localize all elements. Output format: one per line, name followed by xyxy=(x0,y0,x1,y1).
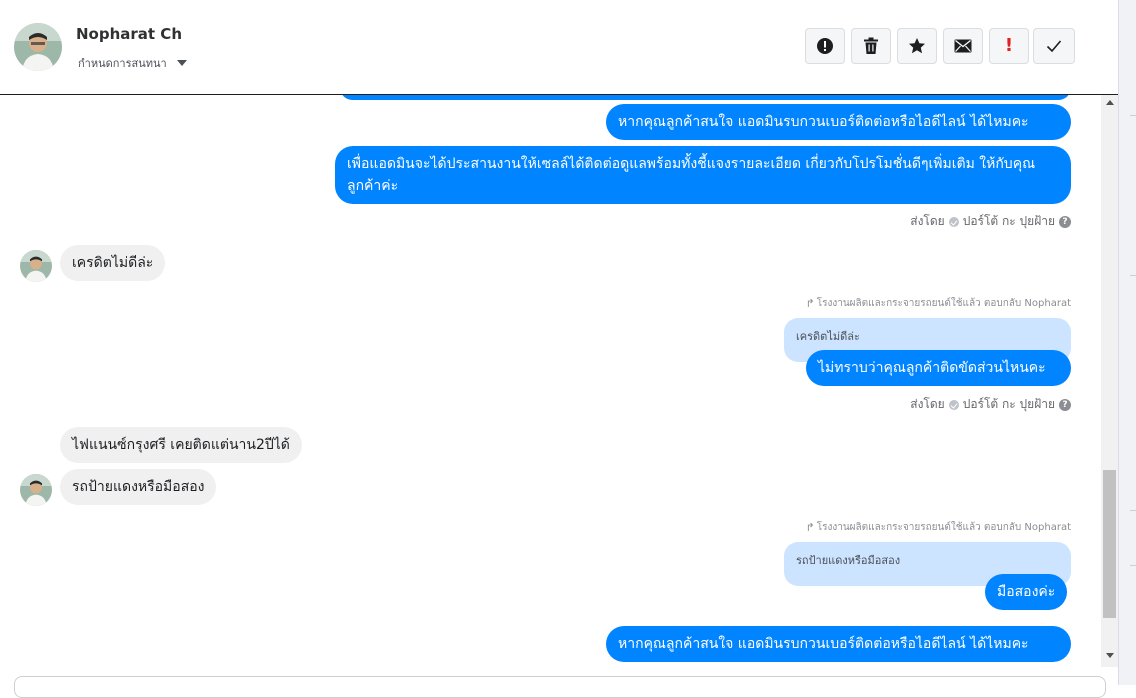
caret-down-icon xyxy=(176,60,187,66)
scroll-up-arrow-icon[interactable] xyxy=(1106,100,1114,105)
reply-context: ↱ โรงงานผลิตและกระจายรถยนต์ใช้แล้ว ตอบกล… xyxy=(805,520,1071,535)
mark-done-button[interactable] xyxy=(1033,28,1075,64)
alert-circle-icon xyxy=(817,38,833,54)
check-icon xyxy=(1046,40,1062,53)
exclamation-icon: ! xyxy=(1004,35,1014,56)
important-button[interactable]: ! xyxy=(989,28,1029,64)
contact-avatar-small xyxy=(20,474,52,506)
conversation-status-label: กำหนดการสนทนา xyxy=(78,57,167,70)
scroll-thumb[interactable] xyxy=(1103,470,1116,618)
message-composer[interactable] xyxy=(14,676,1106,698)
trash-icon xyxy=(864,37,878,54)
message-outgoing: หากคุณลูกค้าสนใจ แอดมินรบกวนเบอร์ติดต่อห… xyxy=(606,104,1071,140)
sent-by-label: ส่งโดย xyxy=(910,214,945,228)
header-actions: ! xyxy=(805,28,1075,64)
verified-icon xyxy=(948,399,959,410)
message-outgoing-partial xyxy=(340,95,1071,100)
envelope-icon xyxy=(954,39,972,53)
reply-context-text: โรงงานผลิตและกระจายรถยนต์ใช้แล้ว ตอบกลับ… xyxy=(816,298,1071,309)
delete-button[interactable] xyxy=(851,28,891,64)
agent-name: ปอร์โต้ กะ ปุยฝ้าย xyxy=(962,397,1055,411)
sent-by-row: ส่งโดย ปอร์โต้ กะ ปุยฝ้าย ? xyxy=(910,212,1071,231)
conversation-header: Nopharat Ch กำหนดการสนทนา ! xyxy=(0,0,1118,95)
star-button[interactable] xyxy=(897,28,937,64)
conversation-status-dropdown[interactable]: กำหนดการสนทนา xyxy=(78,54,187,72)
help-icon[interactable]: ? xyxy=(1059,398,1071,411)
reply-arrow-icon: ↱ xyxy=(805,521,815,534)
contact-avatar[interactable] xyxy=(14,23,62,71)
message-incoming: ไฟแนนซ์กรุงศรี เคยติดแต่นาน2ปีได้ xyxy=(60,427,302,463)
verified-icon xyxy=(948,216,959,227)
message-thread[interactable]: หากคุณลูกค้าสนใจ แอดมินรบกวนเบอร์ติดต่อห… xyxy=(0,95,1100,667)
message-incoming: รถป้ายแดงหรือมือสอง xyxy=(60,469,217,505)
mark-unread-button[interactable] xyxy=(943,28,983,64)
side-panel-edge xyxy=(1119,0,1136,685)
contact-name: Nopharat Ch xyxy=(76,25,182,43)
contact-avatar-small xyxy=(20,250,52,282)
thread-scrollbar[interactable] xyxy=(1101,95,1118,667)
help-icon[interactable]: ? xyxy=(1059,215,1071,228)
message-outgoing: มือสองค่ะ xyxy=(985,574,1068,610)
agent-name: ปอร์โต้ กะ ปุยฝ้าย xyxy=(962,214,1055,228)
sent-by-row: ส่งโดย ปอร์โต้ กะ ปุยฝ้าย ? xyxy=(910,395,1071,414)
sent-by-label: ส่งโดย xyxy=(910,397,945,411)
message-incoming: เครดิตไม่ดีล่ะ xyxy=(60,245,166,281)
report-button[interactable] xyxy=(805,28,845,64)
message-outgoing: เพื่อแอดมินจะได้ประสานงานให้เซลล์ได้ติดต… xyxy=(335,146,1071,204)
reply-arrow-icon: ↱ xyxy=(805,297,815,310)
message-outgoing: ไม่ทราบว่าคุณลูกค้าติดขัดส่วนไหนคะ xyxy=(806,350,1071,386)
reply-context: ↱ โรงงานผลิตและกระจายรถยนต์ใช้แล้ว ตอบกล… xyxy=(805,296,1071,311)
chat-window: Nopharat Ch กำหนดการสนทนา ! หากคุณลูกค้า… xyxy=(0,0,1119,698)
message-outgoing: หากคุณลูกค้าสนใจ แอดมินรบกวนเบอร์ติดต่อห… xyxy=(606,626,1071,662)
scroll-down-arrow-icon[interactable] xyxy=(1106,653,1114,658)
reply-context-text: โรงงานผลิตและกระจายรถยนต์ใช้แล้ว ตอบกลับ… xyxy=(816,522,1071,533)
star-icon xyxy=(909,38,925,54)
